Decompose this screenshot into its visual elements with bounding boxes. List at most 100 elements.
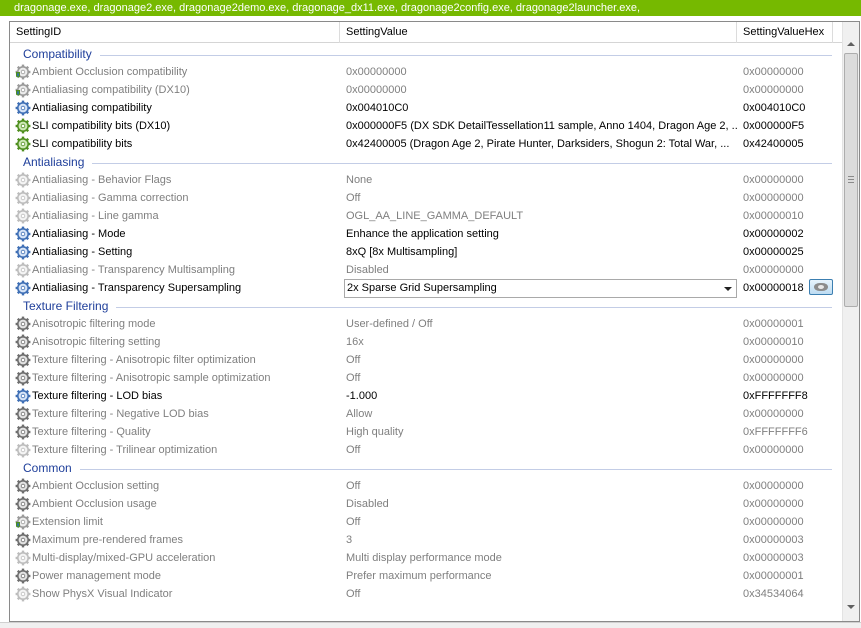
group-header[interactable]: Compatibility (10, 45, 842, 63)
gear-shield-icon (15, 82, 31, 98)
setting-value-hex: 0x00000000 (743, 372, 804, 384)
setting-row[interactable]: Anisotropic filtering mode User-defined /… (10, 315, 842, 333)
column-header-setting-id[interactable]: SettingID (10, 22, 340, 43)
settings-list[interactable]: SettingID SettingValue SettingValueHex C… (9, 21, 860, 622)
setting-value: 0x00000000 (346, 66, 407, 78)
setting-row[interactable]: Ambient Occlusion usage Disabled 0x0000000… (10, 495, 842, 513)
gear-gray-icon (15, 532, 31, 548)
setting-row[interactable]: Antialiasing - Transparency Supersamplin… (10, 279, 842, 298)
setting-value: Prefer maximum performance (346, 570, 492, 582)
setting-row[interactable]: Texture filtering - LOD bias -1.000 0xFFFF… (10, 387, 842, 405)
group-header[interactable]: Texture Filtering (10, 297, 842, 315)
group-divider (80, 469, 832, 470)
setting-row[interactable]: Antialiasing compatibility (DX10) 0x00000… (10, 81, 842, 99)
gear-green-icon (15, 118, 31, 134)
setting-value-hex: 0x00000000 (743, 84, 804, 96)
setting-row[interactable]: Antialiasing - Gamma correction Off 0x0000… (10, 189, 842, 207)
scroll-thumb[interactable] (844, 53, 858, 307)
setting-row[interactable]: SLI compatibility bits (DX10) 0x000000F5 … (10, 117, 842, 135)
setting-row[interactable]: Antialiasing - Transparency Multisamplin… (10, 261, 842, 279)
profile-executables-text: dragonage.exe, dragonage2.exe, dragonage… (14, 2, 641, 14)
group-title: Compatibility (23, 47, 92, 61)
setting-row[interactable]: Ambient Occlusion compatibility 0x0000000… (10, 63, 842, 81)
gear-gray-icon (15, 406, 31, 422)
gear-gray-icon (15, 568, 31, 584)
setting-id: Antialiasing compatibility (32, 102, 152, 114)
dropdown-selected-value: 2x Sparse Grid Supersampling (347, 282, 497, 294)
setting-row[interactable]: Anisotropic filtering setting 16x 0x000000… (10, 333, 842, 351)
setting-id: Texture filtering - Negative LOD bias (32, 408, 209, 420)
chevron-down-icon[interactable] (724, 287, 732, 291)
setting-row[interactable]: Antialiasing - Behavior Flags None 0x00000… (10, 171, 842, 189)
gear-gray-icon (15, 352, 31, 368)
setting-value-hex: 0x00000000 (743, 174, 804, 186)
setting-row[interactable]: Antialiasing compatibility 0x004010C0 0x00… (10, 99, 842, 117)
setting-value: Off (346, 516, 361, 528)
gear-gray-icon (15, 316, 31, 332)
setting-value-hex: 0x000000F5 (743, 120, 805, 132)
setting-row[interactable]: Multi-display/mixed-GPU acceleration Mult… (10, 549, 842, 567)
setting-value: 8xQ [8x Multisampling] (346, 246, 458, 258)
setting-value-hex: 0x004010C0 (743, 102, 806, 114)
setting-value: 0x000000F5 (DX SDK DetailTessellation11 … (346, 120, 738, 132)
gear-blue-icon (15, 388, 31, 404)
setting-value-hex: 0x42400005 (743, 138, 804, 150)
gear-gray-icon (15, 424, 31, 440)
scroll-down-button[interactable] (843, 599, 859, 616)
setting-row[interactable]: Ambient Occlusion setting Off 0x00000000 (10, 477, 842, 495)
setting-value-dropdown[interactable]: 2x Sparse Grid Supersampling (344, 279, 737, 298)
setting-value-hex: 0x34534064 (743, 588, 804, 600)
setting-value: Multi display performance mode (346, 552, 502, 564)
nvidia-eye-button[interactable] (809, 279, 833, 295)
setting-value-hex: 0x00000001 (743, 318, 804, 330)
setting-value: 0x00000000 (346, 84, 407, 96)
setting-id: SLI compatibility bits (DX10) (32, 120, 171, 132)
setting-row[interactable]: Antialiasing - Line gamma OGL_AA_LINE_GAM… (10, 207, 842, 225)
setting-row[interactable]: Texture filtering - Anisotropic sample o… (10, 369, 842, 387)
gear-blue-icon (15, 244, 31, 260)
setting-value-hex: 0x00000025 (743, 246, 804, 258)
gear-green-icon (15, 136, 31, 152)
setting-row[interactable]: SLI compatibility bits 0x42400005 (Dragon… (10, 135, 842, 153)
gear-light-icon (15, 208, 31, 224)
setting-row[interactable]: Antialiasing - Mode Enhance the applicati… (10, 225, 842, 243)
setting-value-hex: 0x00000002 (743, 228, 804, 240)
setting-value-hex: 0x00000000 (743, 480, 804, 492)
setting-id: Anisotropic filtering setting (32, 336, 161, 348)
setting-row[interactable]: Maximum pre-rendered frames 3 0x00000003 (10, 531, 842, 549)
setting-value: High quality (346, 426, 404, 438)
setting-value: Enhance the application setting (346, 228, 499, 240)
setting-row[interactable]: Texture filtering - Negative LOD bias All… (10, 405, 842, 423)
setting-value: Allow (346, 408, 373, 420)
setting-id: Ambient Occlusion compatibility (32, 66, 188, 78)
column-header-setting-value[interactable]: SettingValue (340, 22, 737, 43)
setting-row[interactable]: Show PhysX Visual Indicator Off 0x34534064 (10, 585, 842, 603)
scroll-up-button[interactable] (843, 36, 859, 53)
setting-row[interactable]: Extension limit Off 0x00000000 (10, 513, 842, 531)
setting-value-hex: 0xFFFFFFF8 (743, 390, 808, 402)
column-header-setting-value-hex[interactable]: SettingValueHex (737, 22, 833, 43)
setting-id: Ambient Occlusion setting (32, 480, 160, 492)
setting-id: Texture filtering - Quality (32, 426, 151, 438)
setting-row[interactable]: Texture filtering - Quality High quality 0… (10, 423, 842, 441)
setting-row[interactable]: Power management mode Prefer maximum perf… (10, 567, 842, 585)
setting-id: Multi-display/mixed-GPU acceleration (32, 552, 216, 564)
setting-value-hex: 0x00000000 (743, 516, 804, 528)
setting-value-hex: 0x00000000 (743, 408, 804, 420)
setting-id: Texture filtering - Anisotropic filter o… (32, 354, 256, 366)
setting-id: Extension limit (32, 516, 103, 528)
setting-row[interactable]: Texture filtering - Anisotropic filter o… (10, 351, 842, 369)
setting-id: Antialiasing - Transparency Supersamplin… (32, 282, 242, 294)
column-header: SettingID SettingValue SettingValueHex (10, 22, 842, 43)
setting-id: Antialiasing - Line gamma (32, 210, 159, 222)
gear-light-icon (15, 190, 31, 206)
setting-value-hex: 0x00000003 (743, 534, 804, 546)
setting-id: Anisotropic filtering mode (32, 318, 156, 330)
vertical-scrollbar[interactable] (842, 22, 859, 621)
setting-row[interactable]: Antialiasing - Setting 8xQ [8x Multisampl… (10, 243, 842, 261)
setting-value: 0x42400005 (Dragon Age 2, Pirate Hunter,… (346, 138, 730, 150)
group-header[interactable]: Common (10, 459, 842, 477)
setting-row[interactable]: Texture filtering - Trilinear optimizati… (10, 441, 842, 459)
setting-value-hex: 0x00000010 (743, 336, 804, 348)
group-header[interactable]: Antialiasing (10, 153, 842, 171)
